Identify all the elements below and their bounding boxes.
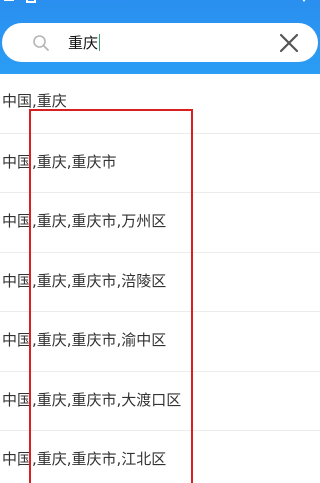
list-item[interactable]: 中国,重庆 (0, 74, 320, 134)
search-box[interactable]: 重庆 (2, 23, 318, 62)
list-item[interactable]: 中国,重庆,重庆市,大渡口区 (0, 372, 320, 431)
list-item-label: 中国,重庆,重庆市,万州区 (2, 212, 167, 230)
list-item-label: 中国,重庆,重庆市,大渡口区 (2, 390, 182, 409)
list-item-label: 中国,重庆,重庆市 (2, 152, 117, 171)
search-input[interactable]: 重庆 (68, 33, 101, 53)
list-item[interactable]: 中国,重庆,重庆市,涪陵区 (0, 253, 320, 312)
list-item-label: 中国,重庆,重庆市,渝中区 (2, 331, 167, 349)
close-icon[interactable] (278, 32, 300, 54)
top-bar: 重庆 (0, 0, 320, 74)
chevron-down-icon[interactable] (298, 0, 310, 2)
top-icons (0, 0, 320, 7)
list-item[interactable]: 中国,重庆,重庆市,渝中区 (0, 312, 320, 372)
list-item-label: 中国,重庆 (2, 92, 67, 110)
search-query: 重庆 (68, 34, 99, 52)
results-list: 中国,重庆 中国,重庆,重庆市 中国,重庆,重庆市,万州区 中国,重庆,重庆市,… (0, 74, 320, 483)
back-icon[interactable] (4, 0, 14, 1)
list-item-label: 中国,重庆,重庆市,涪陵区 (2, 271, 167, 290)
list-item[interactable]: 中国,重庆,重庆市,万州区 (0, 193, 320, 253)
search-icon (33, 35, 49, 51)
list-item-label: 中国,重庆,重庆市,江北区 (2, 450, 167, 468)
image-icon[interactable] (26, 0, 36, 3)
screen: 重庆 中国,重庆 中国,重庆,重庆市 中国,重庆,重庆市,万州区 中国,重庆,重… (0, 0, 320, 483)
list-item[interactable]: 中国,重庆,重庆市,江北区 (0, 431, 320, 483)
text-caret (99, 34, 101, 51)
list-item[interactable]: 中国,重庆,重庆市 (0, 134, 320, 193)
